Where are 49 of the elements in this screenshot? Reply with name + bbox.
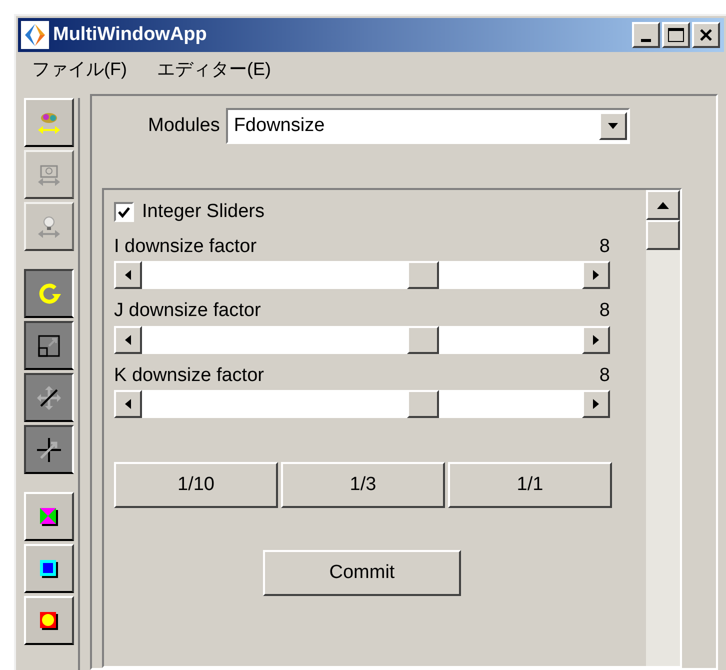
app-logo-icon xyxy=(21,21,49,49)
preset-button[interactable]: 1/1 xyxy=(448,462,612,508)
preset-button[interactable]: 1/3 xyxy=(281,462,445,508)
menu-item[interactable]: エディター(E) xyxy=(156,56,271,82)
right-arrow-icon xyxy=(593,270,599,280)
vertical-scrollbar[interactable] xyxy=(646,190,680,666)
modules-dropdown[interactable]: Fdownsize xyxy=(226,108,630,144)
slider-right-button[interactable] xyxy=(582,326,610,354)
minimize-button[interactable] xyxy=(632,22,660,48)
slider-thumb[interactable] xyxy=(407,261,440,289)
left-arrow-icon xyxy=(125,399,131,409)
slider-value: 8 xyxy=(599,234,610,258)
slider-label: K downsize factor xyxy=(114,364,264,388)
scroll-up-button[interactable] xyxy=(646,190,680,220)
up-arrow-icon xyxy=(657,202,669,208)
slider-left-button[interactable] xyxy=(114,326,142,354)
slider-left-button[interactable] xyxy=(114,261,142,289)
modules-label: Modules xyxy=(148,114,220,138)
slider-value: 8 xyxy=(599,299,610,323)
commit-button[interactable]: Commit xyxy=(263,550,461,596)
toolbar-button[interactable] xyxy=(24,425,74,474)
caret-icon xyxy=(608,123,618,129)
slider-value: 8 xyxy=(599,364,610,388)
close-button[interactable] xyxy=(692,22,720,48)
slider-thumb[interactable] xyxy=(407,390,440,418)
slider-left-button[interactable] xyxy=(114,390,142,418)
slider-thumb[interactable] xyxy=(407,326,440,354)
maximize-button[interactable] xyxy=(662,22,690,48)
toolbar-button[interactable] xyxy=(24,373,74,422)
right-arrow-icon xyxy=(593,399,599,409)
checkbox-label: Integer Sliders xyxy=(142,200,265,224)
toolbar-button[interactable] xyxy=(24,321,74,370)
slider-right-button[interactable] xyxy=(582,390,610,418)
right-arrow-icon xyxy=(593,334,599,344)
move-arrows-icon xyxy=(35,384,63,412)
slider-label: I downsize factor xyxy=(114,234,257,258)
slider-right-button[interactable] xyxy=(582,261,610,289)
menu-item[interactable]: ファイル(F) xyxy=(32,56,127,82)
check-icon xyxy=(118,206,130,218)
toolbar-button[interactable] xyxy=(24,269,74,318)
left-arrow-icon xyxy=(125,270,131,280)
scroll-thumb[interactable] xyxy=(646,220,680,250)
slider-label: J downsize factor xyxy=(114,299,261,323)
checkbox[interactable] xyxy=(114,202,134,222)
close-icon xyxy=(699,28,713,42)
left-arrow-icon xyxy=(125,334,131,344)
preset-button[interactable]: 1/10 xyxy=(114,462,278,508)
window-title: MultiWindowApp xyxy=(53,22,207,47)
diagonal-arrow-icon xyxy=(35,436,63,464)
